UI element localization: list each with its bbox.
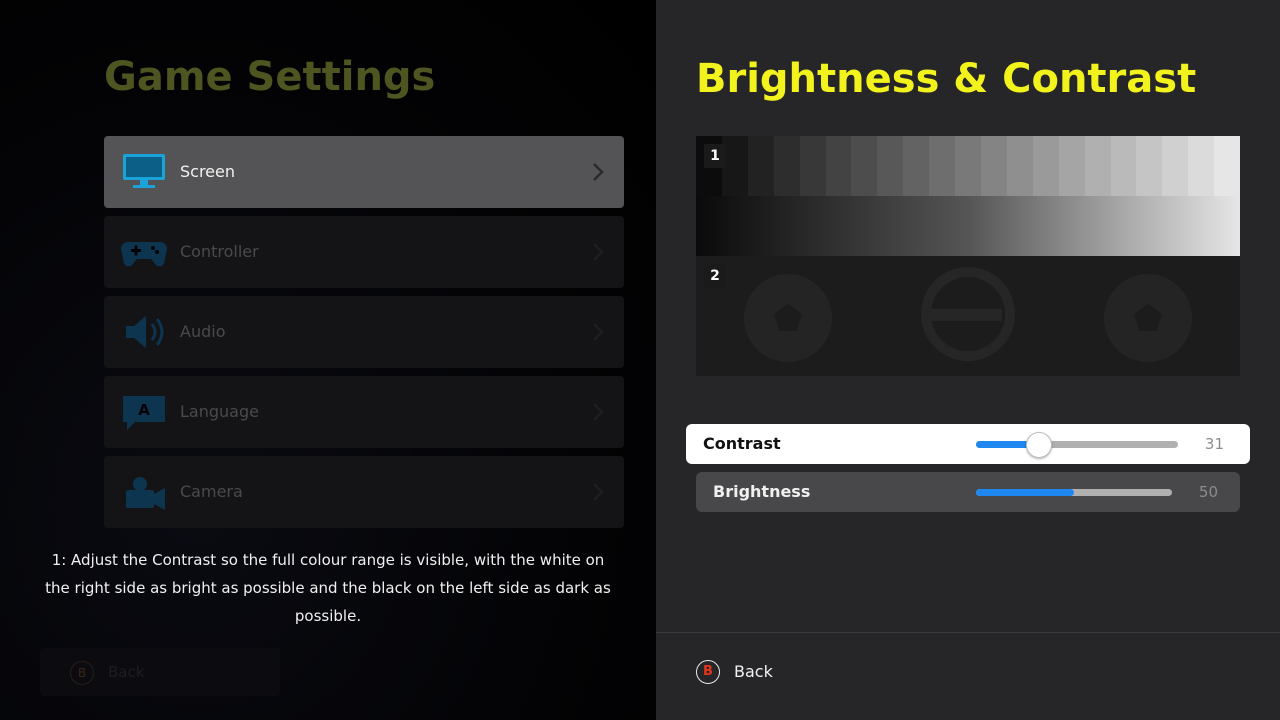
menu-item-label: Controller <box>180 242 259 261</box>
logo-strip <box>744 267 1192 362</box>
b-button-icon: B <box>696 660 720 684</box>
football-icon <box>1104 274 1192 362</box>
gray-step <box>1162 136 1189 196</box>
speaker-icon <box>126 316 164 348</box>
gray-step <box>851 136 878 196</box>
gray-step <box>747 136 774 196</box>
gray-step <box>877 136 904 196</box>
gray-step <box>980 136 1007 196</box>
gray-step <box>1188 136 1215 196</box>
menu-item-audio[interactable]: Audio <box>104 296 624 368</box>
gray-step <box>903 136 930 196</box>
brightness-value: 50 <box>1198 483 1218 501</box>
chevron-right-icon <box>593 483 604 501</box>
test-label-2: 2 <box>704 264 726 288</box>
footer-divider <box>656 632 1280 633</box>
back-label: Back <box>734 662 773 681</box>
gray-step <box>1136 136 1163 196</box>
speech-bubble-a-icon: A <box>123 396 165 430</box>
gray-step <box>929 136 956 196</box>
brightness-label: Brightness <box>713 482 811 501</box>
menu-item-label: Camera <box>180 482 243 501</box>
gray-step <box>799 136 826 196</box>
grayscale-gradient <box>696 196 1240 256</box>
chevron-right-icon <box>593 403 604 421</box>
gray-step <box>955 136 981 196</box>
contrast-value: 31 <box>1204 435 1224 453</box>
menu-item-language[interactable]: A Language <box>104 376 624 448</box>
contrast-slider-handle[interactable] <box>1025 432 1052 458</box>
contrast-slider-row[interactable]: Contrast 31 <box>686 424 1250 464</box>
b-button-icon: B <box>70 661 94 685</box>
contrast-hint-text: 1: Adjust the Contrast so the full colou… <box>45 551 611 625</box>
menu-item-controller[interactable]: Controller <box>104 216 624 288</box>
gamepad-icon <box>121 242 167 267</box>
chevron-right-icon <box>593 323 604 341</box>
gray-step <box>773 136 800 196</box>
grayscale-steps <box>696 136 1241 196</box>
gray-step <box>1006 136 1033 196</box>
back-button-dimmed[interactable]: B Back <box>40 648 280 696</box>
back-label: Back <box>108 663 145 681</box>
menu-item-label: Screen <box>180 162 236 181</box>
black-level-logos <box>696 256 1240 376</box>
gray-step <box>1032 136 1059 196</box>
page-title: Game Settings <box>104 54 436 100</box>
test-label-1: 1 <box>704 144 726 168</box>
settings-menu-panel: Game Settings Screen Controller Audio A … <box>0 0 656 720</box>
brightness-contrast-panel: Brightness & Contrast 1 2 Contrast 31 Br… <box>656 0 1280 720</box>
brightness-slider-track[interactable] <box>976 489 1172 496</box>
gray-step <box>1084 136 1111 196</box>
gray-step <box>1214 136 1241 196</box>
efootball-logo-icon <box>921 267 1015 361</box>
monitor-icon <box>123 154 165 188</box>
menu-item-screen[interactable]: Screen <box>104 136 624 208</box>
football-icon <box>744 274 832 362</box>
svg-text:A: A <box>138 401 150 419</box>
chevron-right-icon <box>593 163 604 181</box>
gray-step <box>1058 136 1085 196</box>
menu-item-camera[interactable]: Camera <box>104 456 624 528</box>
gray-step <box>1110 136 1137 196</box>
chevron-right-icon <box>593 243 604 261</box>
brightness-slider-fill <box>976 489 1074 496</box>
menu-item-label: Language <box>180 402 259 421</box>
gray-step <box>825 136 852 196</box>
menu-item-label: Audio <box>180 322 226 341</box>
contrast-slider-track[interactable] <box>976 432 1178 458</box>
panel-title: Brightness & Contrast <box>696 56 1197 102</box>
calibration-test-image: 1 2 <box>696 136 1241 376</box>
video-camera-icon <box>126 477 165 510</box>
contrast-label: Contrast <box>703 434 781 453</box>
brightness-slider-row[interactable]: Brightness 50 <box>696 472 1240 512</box>
